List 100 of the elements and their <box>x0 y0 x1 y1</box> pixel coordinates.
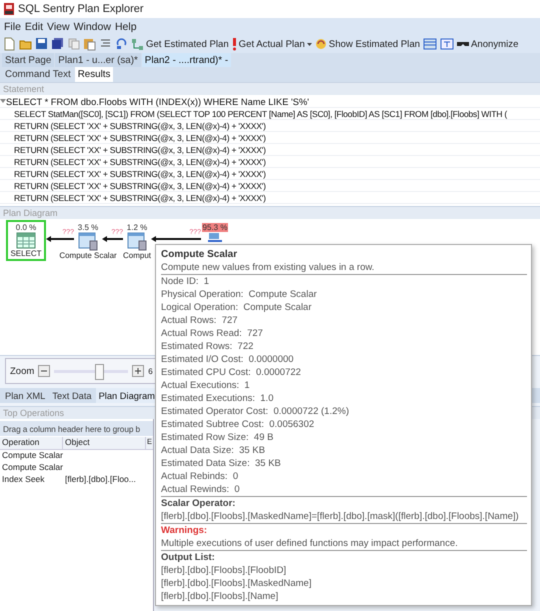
flow-arrow <box>151 236 201 242</box>
mask-icon <box>456 42 469 46</box>
panel-header: Top Operations <box>3 408 64 418</box>
save-icon <box>35 37 48 51</box>
slider-thumb[interactable] <box>94 364 104 380</box>
app-icon <box>3 2 15 16</box>
tab[interactable]: Plan1 - u...er (sa)* <box>55 53 141 67</box>
tab[interactable]: Plan Diagram <box>96 388 158 403</box>
cost-percent: 95.3 % <box>202 223 228 232</box>
group-by-hint: Drag a column header here to group b <box>0 421 153 436</box>
table-cell-text: Compute Scalar <box>1 450 63 462</box>
cost-percent: 3.5 % <box>76 223 100 232</box>
tab[interactable]: Plan2 - ....rtrand)* - <box>142 53 232 67</box>
statement-text[interactable]: RETURN (SELECT 'XX' + SUBSTRING(@x, 3, LEN(@x)-4) + 'XXXX') <box>14 180 266 190</box>
grid-view-icon <box>422 38 437 50</box>
tab[interactable]: Plan XML <box>2 388 48 403</box>
plan-swirl-icon <box>314 38 327 50</box>
menu-item[interactable]: Window <box>74 20 111 32</box>
warning-text: Multiple executions of user defined functions may impact performance. <box>161 537 458 550</box>
save-button[interactable] <box>35 37 48 51</box>
table-cell-text: Compute Scalar <box>1 462 63 474</box>
section-text: [flerb].[dbo].[Floobs].[MaskedName] <box>161 577 312 590</box>
tab[interactable]: Results <box>74 67 114 82</box>
flow-arrow <box>102 236 123 242</box>
menu-item[interactable]: View <box>47 20 70 32</box>
table-cell-text: [flerb].[dbo].[Floo... <box>64 474 137 486</box>
selected-node[interactable]: 0.0 % SELECT <box>6 220 46 261</box>
toolbar-button[interactable]: Show Estimated Plan <box>314 38 420 50</box>
menu-item[interactable]: Edit <box>24 20 44 32</box>
statement-text[interactable]: RETURN (SELECT 'XX' + SUBSTRING(@x, 3, LEN(@x)-4) + 'XXXX') <box>14 132 266 142</box>
zoom-out-button[interactable] <box>38 365 50 377</box>
property-row: Estimated I/O Cost: 0.0000000 <box>161 353 294 366</box>
tab[interactable]: Text Data <box>49 388 95 403</box>
new-file-button[interactable] <box>3 37 16 51</box>
index-seek-icon[interactable] <box>206 232 224 242</box>
property-row: Estimated Rows: 722 <box>161 340 254 353</box>
table-icon[interactable] <box>16 232 36 249</box>
section-text: [flerb].[dbo].[Floobs].[MaskedName]=[flerb].[dbo].[mask]([flerb].[dbo].[Floobs].[Name]) <box>161 510 519 523</box>
calculator-icon[interactable] <box>78 232 98 251</box>
section-heading: Output List: <box>161 551 215 564</box>
operator-label: Comput <box>123 251 152 260</box>
calculator-icon[interactable] <box>127 232 147 251</box>
cost-percent: 0.0 % <box>14 223 38 232</box>
property-row: Actual Rewinds: 0 <box>161 483 240 496</box>
statement-text[interactable]: RETURN (SELECT 'XX' + SUBSTRING(@x, 3, LEN(@x)-4) + 'XXXX') <box>14 192 266 202</box>
property-row: Actual Rebinds: 0 <box>161 470 238 483</box>
operator-description: Compute new values from existing values in a row. <box>161 261 374 274</box>
grid-view-button[interactable] <box>422 38 437 50</box>
section-text: [flerb].[dbo].[Floobs].[Name] <box>161 590 278 603</box>
property-row: Logical Operation: Compute Scalar <box>161 301 312 314</box>
expander-icon[interactable] <box>0 98 6 104</box>
statement-text[interactable]: RETURN (SELECT 'XX' + SUBSTRING(@x, 3, LEN(@x)-4) + 'XXXX') <box>14 144 266 154</box>
menu-item[interactable]: Help <box>114 20 137 32</box>
copy-icon <box>67 37 80 51</box>
column-header[interactable]: Operation <box>0 437 63 449</box>
tab[interactable]: Start Page <box>2 53 54 67</box>
statement-text[interactable]: RETURN (SELECT 'XX' + SUBSTRING(@x, 3, LEN(@x)-4) + 'XXXX') <box>14 168 266 178</box>
flow-arrow <box>46 236 74 242</box>
property-row: Estimated Subtree Cost: 0.0056302 <box>161 418 314 431</box>
minus-icon <box>41 368 48 374</box>
toolbar-button[interactable]: Get Actual Plan <box>232 38 312 50</box>
panel-header: Statement <box>3 84 44 94</box>
property-row: Actual Data Size: 35 KB <box>161 444 266 457</box>
text-view-icon <box>440 38 454 50</box>
refresh-button[interactable] <box>115 37 128 51</box>
property-row: Node ID: 1 <box>161 275 210 288</box>
section-text: [flerb].[dbo].[Floobs].[FloobID] <box>161 564 286 577</box>
statement-text[interactable]: RETURN (SELECT 'XX' + SUBSTRING(@x, 3, LEN(@x)-4) + 'XXXX') <box>14 156 266 166</box>
table-cell-text: Index Seek <box>1 474 46 486</box>
toolbar-button[interactable]: Get Estimated Plan <box>131 38 229 50</box>
property-row: Actual Executions: 1 <box>161 379 250 392</box>
zoom-in-button[interactable] <box>132 365 144 377</box>
property-row: Estimated Operator Cost: 0.0000722 (1.2%) <box>161 405 349 418</box>
panel-header: Plan Diagram <box>3 208 58 218</box>
statement-text[interactable]: RETURN (SELECT 'XX' + SUBSTRING(@x, 3, LEN(@x)-4) + 'XXXX') <box>14 120 266 130</box>
operator-label: Compute Scalar <box>59 251 117 260</box>
tab[interactable]: Command Text <box>2 67 74 82</box>
operator-label: SELECT <box>10 249 42 258</box>
statement-text[interactable]: SELECT * FROM dbo.Floobs WITH (INDEX(x)) WHERE Name LIKE 'S%' <box>6 96 310 106</box>
exclamation-icon <box>232 38 237 50</box>
toolbar-button[interactable]: Anonymize <box>456 38 518 50</box>
refresh-icon <box>115 37 128 51</box>
save-all-button[interactable] <box>51 37 64 51</box>
plan-icon <box>131 38 144 50</box>
property-row: Actual Rows Read: 727 <box>161 327 263 340</box>
zoom-percent: 6 <box>148 366 153 376</box>
property-row: Estimated CPU Cost: 0.0000722 <box>161 366 301 379</box>
statement-text[interactable]: SELECT StatMan([SC0], [SC1]) FROM (SELECT TOP 100 PERCENT [Name] AS [SC0], [FloobID] AS [SC1] FROM [dbo].[Floobs] WITH ( <box>14 108 507 118</box>
section-heading: Scalar Operator: <box>161 497 236 510</box>
column-header[interactable]: Object <box>63 437 146 449</box>
menu-item[interactable]: File <box>4 20 21 32</box>
property-row: Physical Operation: Compute Scalar <box>161 288 317 301</box>
property-row: Estimated Executions: 1.0 <box>161 392 274 405</box>
text-view-button[interactable] <box>440 38 454 50</box>
paste-icon <box>83 37 96 51</box>
paste-button[interactable] <box>83 37 96 51</box>
tooltip-title: Compute Scalar <box>161 248 238 261</box>
property-row: Actual Rows: 727 <box>161 314 238 327</box>
property-row: Estimated Row Size: 49 B <box>161 431 274 444</box>
cost-percent: 1.2 % <box>126 223 148 232</box>
